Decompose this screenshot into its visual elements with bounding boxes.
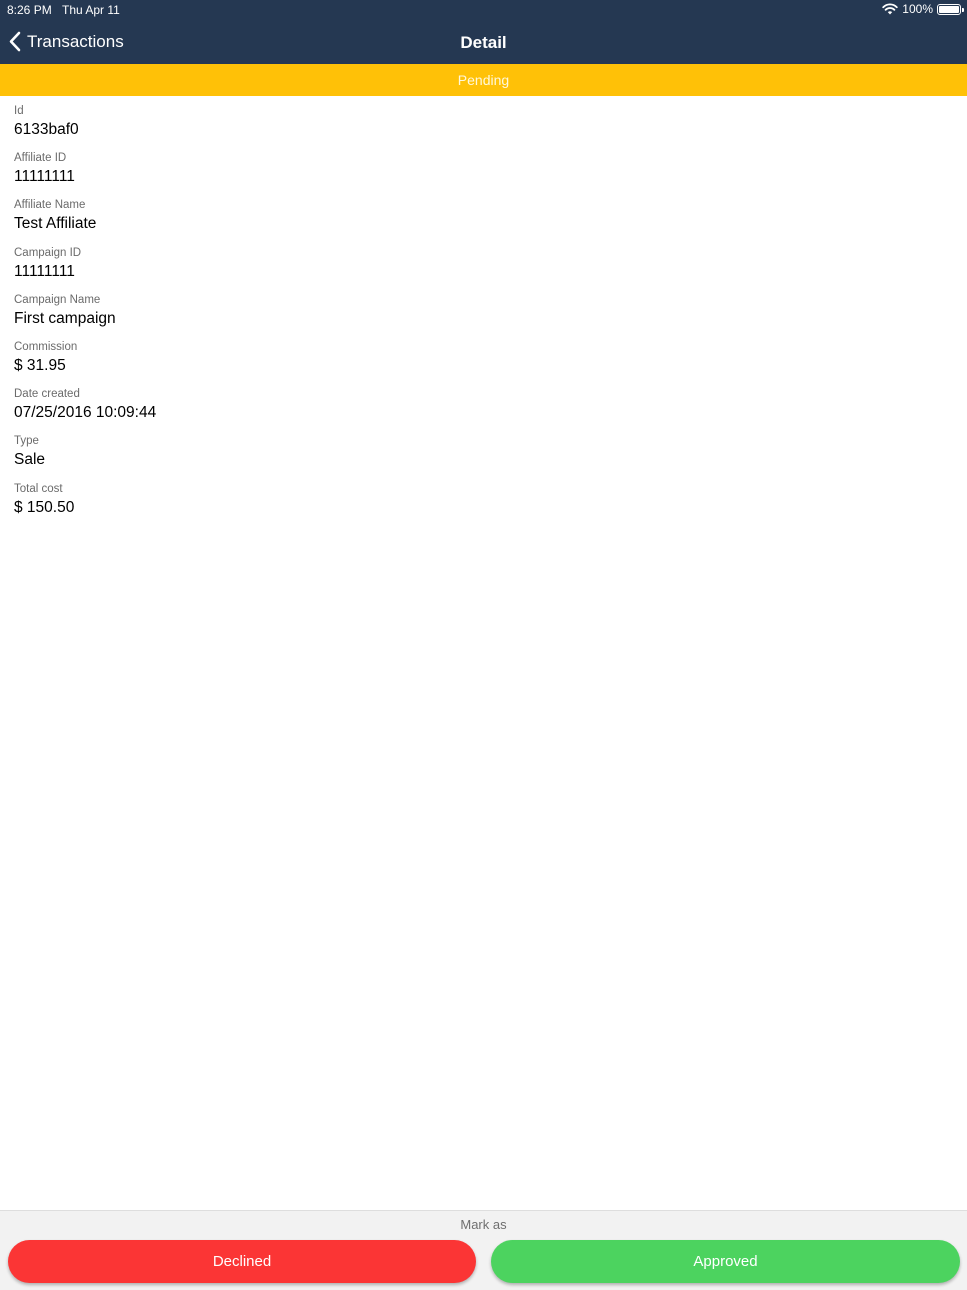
approved-button[interactable]: Approved	[491, 1240, 960, 1283]
field-label: Campaign ID	[14, 246, 82, 259]
field-value: $ 150.50	[14, 498, 75, 516]
field-value: 07/25/2016 10:09:44	[14, 404, 157, 422]
field-value: 11111111	[14, 168, 75, 186]
field-label: Id	[14, 105, 24, 117]
field-value: Sale	[14, 451, 46, 469]
status-banner: Pending	[0, 64, 967, 96]
transaction-details: Id 6133baf0 Affiliate ID 11111111 Affili…	[14, 96, 954, 521]
mark-as-label: Mark as	[460, 1217, 507, 1232]
field-id: Id 6133baf0	[14, 96, 954, 143]
field-value: $ 31.95	[14, 356, 66, 374]
status-date: Thu Apr 11	[62, 3, 120, 17]
field-affiliate-name: Affiliate Name Test Affiliate	[14, 190, 954, 237]
field-value: 11111111	[14, 262, 75, 280]
navigation-bar: Transactions Detail	[0, 22, 967, 64]
field-label: Date created	[14, 388, 80, 401]
field-label: Total cost	[14, 482, 63, 495]
declined-button[interactable]: Declined	[8, 1240, 476, 1283]
field-total-cost: Total cost $ 150.50	[14, 474, 954, 521]
wifi-icon	[882, 3, 898, 15]
field-commission: Commission $ 31.95	[14, 332, 954, 379]
page-title: Detail	[460, 33, 507, 52]
status-bar: 8:26 PM Thu Apr 11 100%	[0, 0, 967, 20]
field-label: Type	[14, 435, 39, 448]
field-type: Type Sale	[14, 426, 954, 473]
status-right: 100%	[882, 2, 964, 16]
field-label: Commission	[14, 340, 78, 353]
field-value: Test Affiliate	[14, 215, 97, 233]
field-date-created: Date created 07/25/2016 10:09:44	[14, 379, 954, 426]
field-label: Affiliate Name	[14, 199, 86, 212]
battery-percent: 100%	[902, 2, 933, 16]
action-footer: Mark as Declined Approved	[0, 1210, 967, 1290]
field-value: First campaign	[14, 309, 116, 327]
status-time: 8:26 PM	[7, 3, 52, 17]
field-label: Affiliate ID	[14, 152, 67, 165]
field-label: Campaign Name	[14, 293, 101, 306]
field-campaign-id: Campaign ID 11111111	[14, 238, 954, 285]
field-campaign-name: Campaign Name First campaign	[14, 285, 954, 332]
top-bar: 8:26 PM Thu Apr 11 100% Transactions Det…	[0, 0, 967, 64]
field-affiliate-id: Affiliate ID 11111111	[14, 143, 954, 190]
field-value: 6133baf0	[14, 121, 79, 138]
battery-icon	[937, 3, 964, 15]
